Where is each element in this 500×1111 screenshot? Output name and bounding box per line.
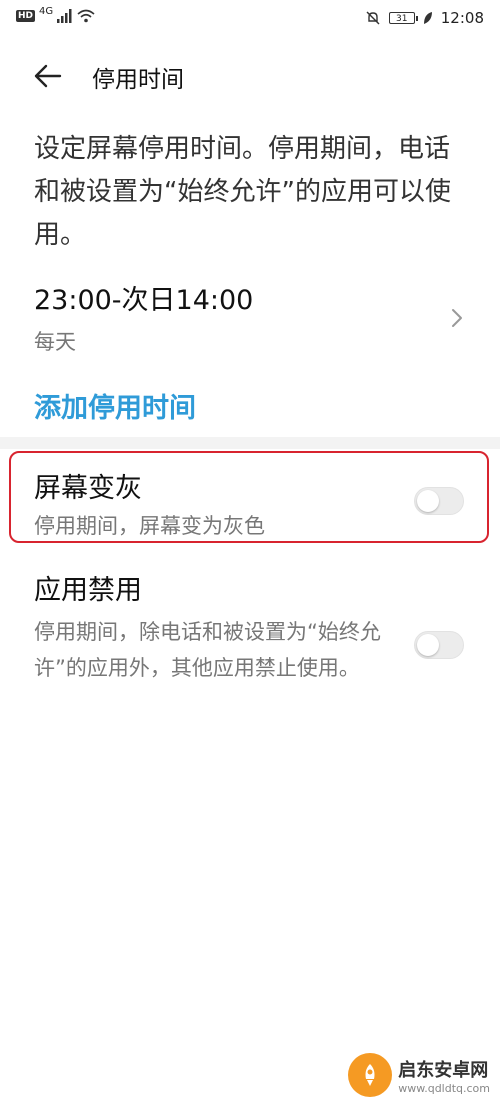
back-arrow-icon (34, 64, 62, 88)
battery-icon: 31 (388, 12, 418, 24)
signal-icon: 4G (39, 5, 54, 17)
app-disable-subtitle: 停用期间，除电话和被设置为“始终允许”的应用外，其他应用禁止使用。 (34, 620, 381, 680)
app-disable-toggle[interactable] (414, 631, 464, 659)
schedule-repeat: 每天 (34, 330, 76, 354)
app-disable-title: 应用禁用 (34, 575, 142, 606)
schedule-time: 23:00-次日14:00 (34, 285, 254, 316)
mute-bell-icon (366, 11, 380, 25)
status-bar: HD 4G 31 12:08 (0, 0, 500, 38)
status-right: 31 12:08 (365, 9, 484, 27)
watermark-text: 启东安卓网 www.qdldtq.com (398, 1056, 490, 1095)
watermark-logo-icon (348, 1053, 393, 1097)
section-divider (0, 437, 500, 449)
grayscale-setting-row[interactable]: 屏幕变灰 停用期间，屏幕变为灰色 (0, 458, 500, 548)
leaf-icon (423, 12, 432, 24)
hd-badge: HD (16, 10, 36, 22)
chevron-right-icon (452, 309, 462, 327)
page-title: 停用时间 (92, 67, 184, 93)
watermark-name: 启东安卓网 (398, 1059, 489, 1081)
grayscale-title: 屏幕变灰 (34, 473, 142, 504)
clock: 12:08 (440, 9, 484, 27)
grayscale-subtitle: 停用期间，屏幕变为灰色 (34, 514, 265, 538)
add-schedule-button[interactable]: 添加停用时间 (34, 386, 196, 425)
watermark: 启东安卓网 www.qdldtq.com (348, 1053, 490, 1097)
grayscale-toggle[interactable] (414, 487, 464, 515)
description-text: 设定屏幕停用时间。停用期间，电话和被设置为“始终允许”的应用可以使用。 (34, 134, 451, 250)
back-button[interactable] (32, 62, 64, 90)
toggle-knob (417, 490, 439, 512)
wifi-icon (77, 9, 95, 23)
watermark-url: www.qdldtq.com (398, 1081, 490, 1095)
signal-bars-icon (57, 9, 72, 23)
schedule-row[interactable]: 23:00-次日14:00 每天 (0, 278, 500, 362)
title-bar: 停用时间 (0, 52, 500, 100)
status-left: HD 4G (16, 5, 95, 23)
rocket-icon (365, 1064, 375, 1086)
app-disable-setting-row[interactable]: 应用禁用 停用期间，除电话和被设置为“始终允许”的应用外，其他应用禁止使用。 (0, 568, 500, 728)
toggle-knob (417, 634, 439, 656)
